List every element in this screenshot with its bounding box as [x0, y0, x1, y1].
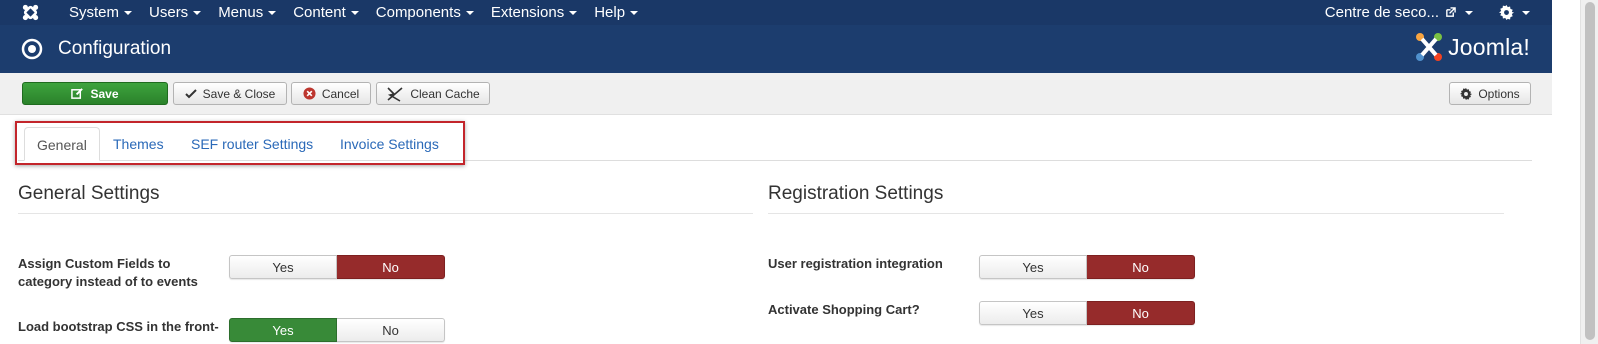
menu-help[interactable]: Help — [585, 0, 646, 25]
general-settings-rule — [18, 213, 753, 214]
load-bootstrap-css-yes[interactable]: Yes — [229, 318, 337, 342]
cancel-button[interactable]: Cancel — [291, 82, 371, 105]
page-title: Configuration — [58, 38, 172, 59]
menu-components[interactable]: Components — [367, 0, 482, 25]
menu-menus[interactable]: Menus — [209, 0, 284, 25]
menu-extensions[interactable]: Extensions — [482, 0, 585, 25]
custom-fields-category-yes[interactable]: Yes — [229, 255, 337, 279]
menu-content-label: Content — [293, 4, 346, 21]
cancel-circle-icon — [303, 87, 316, 100]
menu-users[interactable]: Users — [140, 0, 209, 25]
caret-down-icon — [193, 10, 202, 15]
caret-down-icon — [124, 10, 133, 15]
menu-components-label: Components — [375, 4, 461, 21]
user-registration-integration-yes[interactable]: Yes — [979, 255, 1087, 279]
site-link[interactable]: Centre de seco... — [1325, 4, 1473, 21]
load-bootstrap-css-label: Load bootstrap CSS in the front- — [18, 319, 219, 334]
gear-icon — [1460, 87, 1473, 100]
options-circle-icon — [21, 38, 43, 60]
caret-down-icon — [1465, 10, 1473, 15]
activate-shopping-cart-label: Activate Shopping Cart? — [768, 302, 920, 317]
joomla-brand: Joomla! — [1414, 31, 1530, 63]
general-settings-heading: General Settings — [18, 183, 160, 204]
menu-content[interactable]: Content — [284, 0, 367, 25]
toolbar: Save Save & Close Cancel Clean Cache Opt… — [0, 73, 1552, 115]
custom-fields-category-no[interactable]: No — [337, 255, 445, 279]
activate-shopping-cart-toggle: Yes No — [979, 301, 1195, 325]
user-menu[interactable] — [1499, 5, 1530, 20]
site-link-label: Centre de seco... — [1324, 4, 1439, 21]
user-registration-integration-no[interactable]: No — [1087, 255, 1195, 279]
cancel-label: Cancel — [321, 86, 360, 101]
joomla-logo-icon — [1414, 31, 1444, 63]
user-registration-integration-label: User registration integration — [768, 256, 943, 271]
menu-extensions-label: Extensions — [490, 4, 565, 21]
caret-down-icon — [630, 10, 639, 15]
menu-system[interactable]: System — [60, 0, 140, 25]
caret-down-icon — [268, 10, 277, 15]
clean-cache-label: Clean Cache — [410, 86, 480, 101]
top-navbar: System Users Menus Content Components Ex… — [0, 0, 1552, 25]
registration-settings-rule — [768, 213, 1504, 214]
caret-down-icon — [569, 10, 578, 15]
external-link-icon — [1445, 7, 1456, 18]
menu-menus-label: Menus — [218, 4, 264, 21]
custom-fields-category-label: Assign Custom Fields to category instead… — [18, 256, 198, 289]
activate-shopping-cart-no[interactable]: No — [1087, 301, 1195, 325]
save-close-label: Save & Close — [202, 86, 276, 101]
joomla-logo-icon[interactable] — [0, 0, 60, 25]
caret-down-icon — [350, 10, 359, 15]
custom-fields-category-toggle: Yes No — [229, 255, 445, 279]
activate-shopping-cart-yes[interactable]: Yes — [979, 301, 1087, 325]
edit-icon — [71, 87, 84, 100]
registration-settings-heading: Registration Settings — [768, 183, 944, 204]
save-close-button[interactable]: Save & Close — [173, 82, 287, 105]
menu-users-label: Users — [149, 4, 189, 21]
page-header: Configuration Joomla! — [0, 25, 1552, 73]
user-registration-integration-toggle: Yes No — [979, 255, 1195, 279]
tabs-highlight-box — [15, 121, 465, 165]
scrollbar-thumb[interactable] — [1585, 2, 1595, 340]
clean-cache-button[interactable]: Clean Cache — [376, 82, 490, 105]
menu-system-label: System — [69, 4, 120, 21]
joomla-wordmark: Joomla! — [1448, 33, 1530, 60]
menu-help-label: Help — [594, 4, 626, 21]
gear-icon — [1499, 5, 1514, 20]
load-bootstrap-css-no[interactable]: No — [337, 318, 445, 342]
caret-down-icon — [465, 10, 474, 15]
options-label: Options — [1478, 86, 1520, 101]
navbar-right: Centre de seco... — [1325, 0, 1552, 25]
caret-down-icon — [1522, 10, 1530, 15]
options-button[interactable]: Options — [1449, 82, 1531, 105]
lightning-icon — [386, 86, 404, 102]
save-label: Save — [90, 86, 119, 101]
checkmark-icon — [184, 88, 197, 100]
page-scrollbar[interactable] — [1580, 0, 1598, 344]
load-bootstrap-css-toggle: Yes No — [229, 318, 445, 342]
save-button[interactable]: Save — [22, 82, 168, 105]
